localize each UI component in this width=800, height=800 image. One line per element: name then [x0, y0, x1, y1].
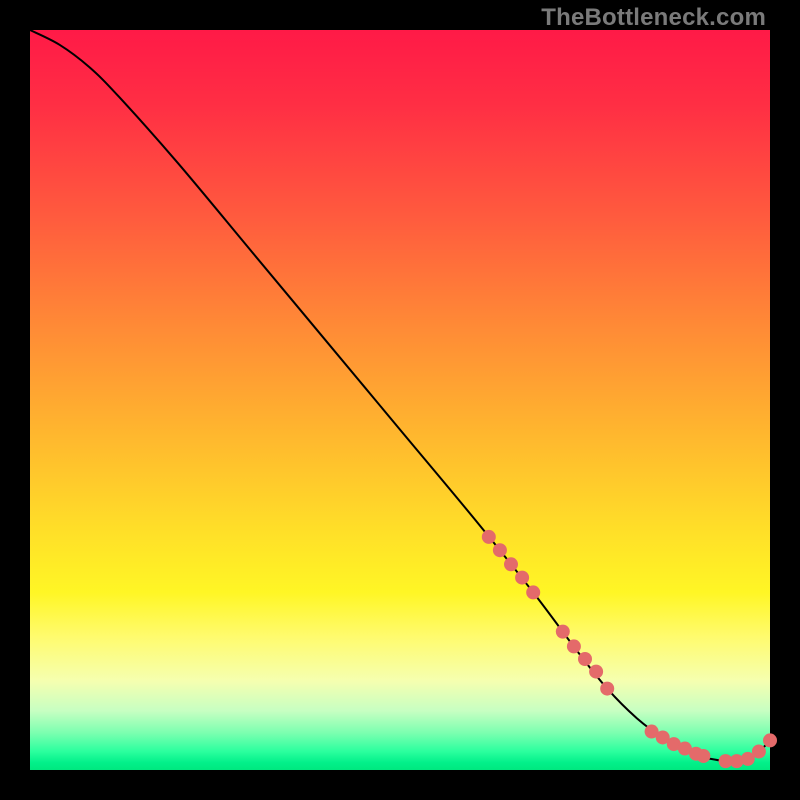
watermark-text: TheBottleneck.com	[541, 4, 766, 32]
data-dot	[696, 749, 710, 763]
highlight-dots	[482, 530, 777, 768]
data-dot	[515, 571, 529, 585]
bottleneck-curve	[30, 30, 770, 762]
data-dot	[567, 639, 581, 653]
data-dot	[578, 652, 592, 666]
data-dot	[600, 682, 614, 696]
chart-svg	[30, 30, 770, 770]
data-dot	[589, 665, 603, 679]
chart-frame	[30, 30, 770, 770]
data-dot	[556, 625, 570, 639]
data-dot	[482, 530, 496, 544]
data-dot	[752, 745, 766, 759]
data-dot	[504, 557, 518, 571]
data-dot	[493, 543, 507, 557]
data-dot	[526, 585, 540, 599]
data-dot	[763, 733, 777, 747]
